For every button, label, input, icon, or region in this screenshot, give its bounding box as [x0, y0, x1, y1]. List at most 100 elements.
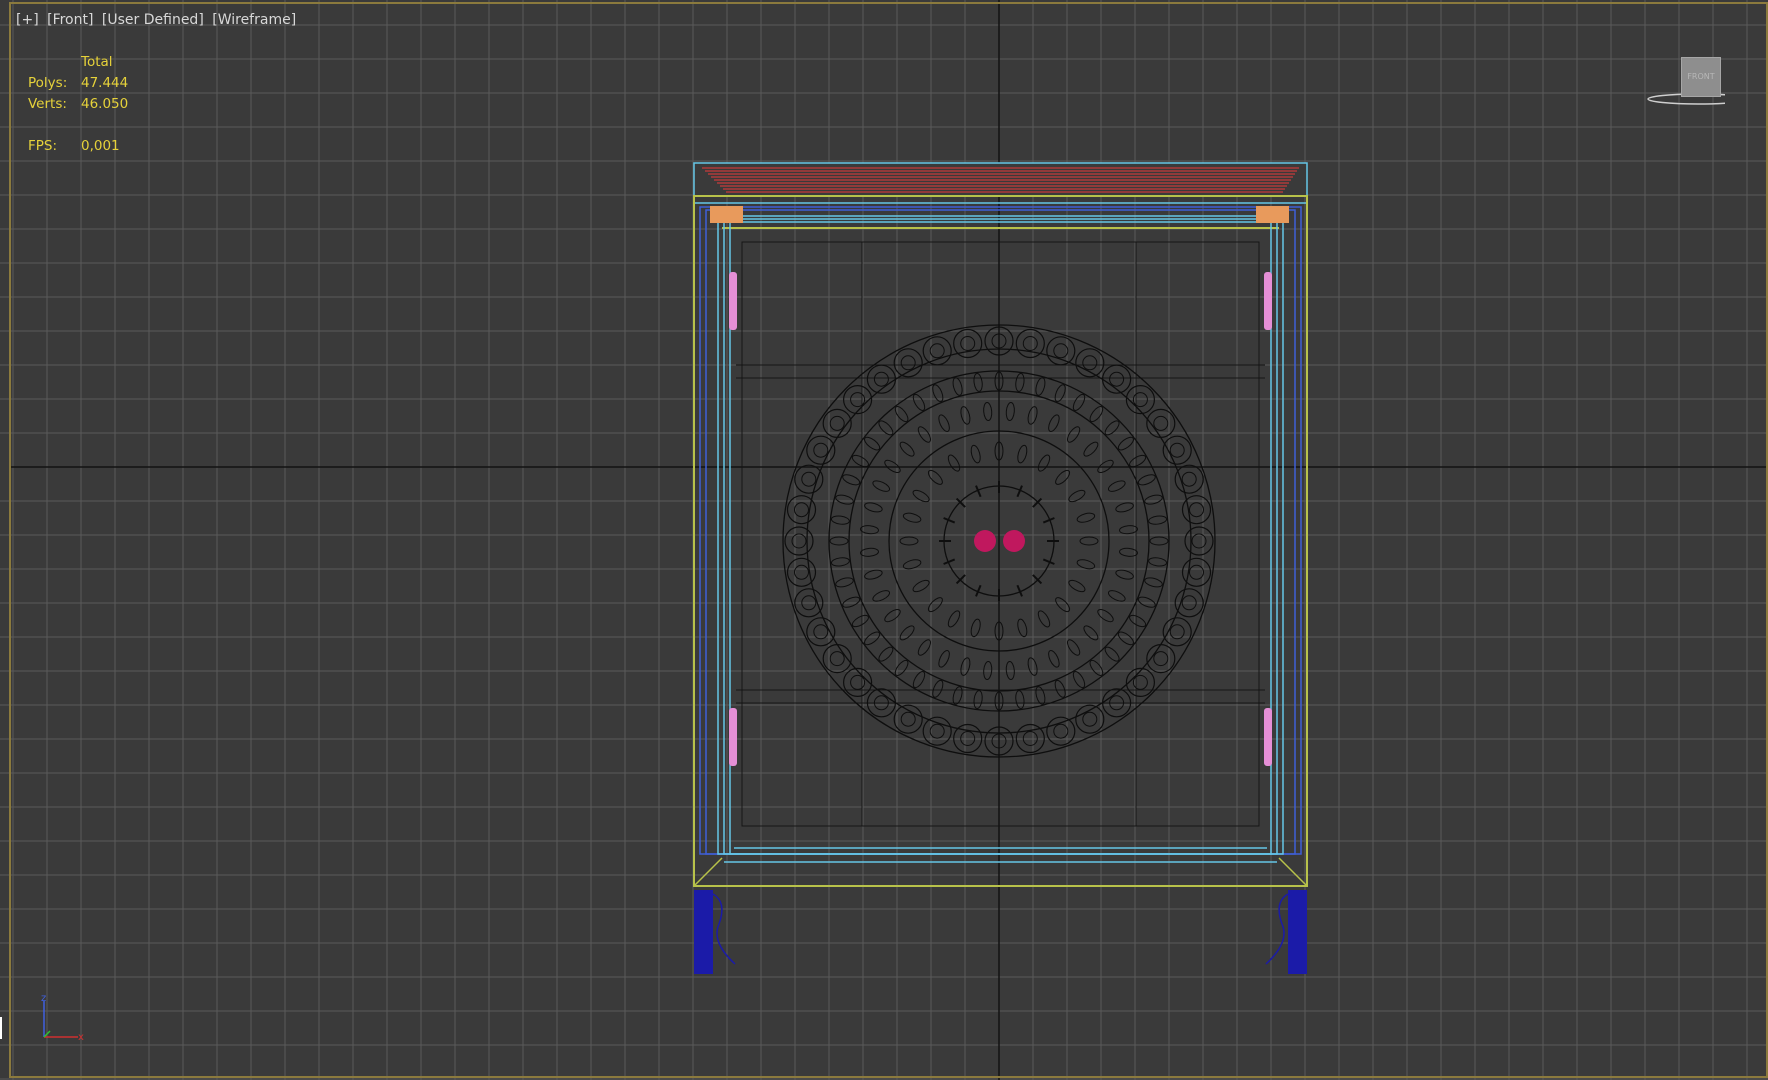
- medallion-bead: [953, 328, 983, 359]
- medallion-bead-inner: [1153, 651, 1169, 667]
- medallion-bead-inner: [829, 651, 845, 667]
- medallion-petal: [842, 474, 861, 486]
- stats-verts-value: 46.050: [81, 96, 129, 112]
- cursor-marker: [0, 1017, 2, 1039]
- medallion-petal: [1068, 489, 1086, 503]
- medallion-petal: [1083, 625, 1099, 641]
- medallion-petal: [1144, 494, 1163, 505]
- medallion-petal: [1048, 649, 1060, 668]
- front-viewport[interactable]: [+] [Front] [User Defined] [Wireframe] T…: [0, 0, 1768, 1080]
- medallion-petal: [1097, 608, 1114, 623]
- medallion-petal: [1115, 502, 1134, 513]
- medallion-petal: [912, 579, 930, 593]
- medallion-petal: [864, 502, 883, 513]
- medallion-petal: [1048, 414, 1060, 433]
- viewport-mode-wireframe[interactable]: [Wireframe]: [212, 12, 296, 28]
- medallion-petal: [947, 610, 961, 628]
- medallion-petal: [1005, 402, 1015, 421]
- medallion-bead: [842, 385, 873, 415]
- medallion-petal: [1055, 469, 1071, 485]
- medallion-petal: [1115, 569, 1134, 580]
- medallion-petal: [899, 441, 915, 457]
- axis-z-label: z: [41, 995, 46, 1004]
- viewport-grid: [0, 0, 1768, 1080]
- medallion-bead-inner: [813, 442, 829, 458]
- hinge-right: [1256, 206, 1289, 223]
- medallion-bead-inner: [1022, 336, 1038, 351]
- medallion-bead: [786, 557, 817, 587]
- hinge-left: [710, 206, 743, 223]
- medallion-bead-inner: [1109, 371, 1125, 387]
- medallion-bead: [1184, 526, 1214, 556]
- wireframe-scene[interactable]: [0, 0, 1768, 1080]
- medallion-bead-inner: [1169, 442, 1185, 458]
- medallion-petal: [932, 384, 944, 403]
- cabinet-foot-curve: [712, 893, 736, 965]
- medallion-bead-inner: [900, 355, 916, 371]
- medallion-petal: [912, 393, 926, 411]
- medallion-bead-inner: [1189, 502, 1204, 518]
- medallion-petal: [1035, 686, 1046, 705]
- medallion-bead: [1046, 716, 1076, 746]
- medallion-bead-inner: [929, 343, 945, 359]
- medallion-petal: [952, 686, 963, 705]
- medallion-petal: [1066, 426, 1081, 443]
- medallion-spoke: [955, 497, 966, 508]
- medallion-petal: [872, 590, 891, 602]
- medallion-petal: [973, 372, 983, 392]
- medallion-petal: [1017, 618, 1028, 638]
- viewport-shading-user-defined[interactable]: [User Defined]: [102, 12, 204, 28]
- medallion-bead: [922, 336, 952, 366]
- viewport-menu-plus[interactable]: [+]: [16, 12, 39, 28]
- medallion-petal: [1076, 512, 1096, 523]
- door-knob-left: [974, 530, 996, 552]
- medallion-petal: [1015, 690, 1025, 710]
- medallion-petal: [1015, 372, 1025, 392]
- stats-polys-label: Polys:: [28, 75, 68, 91]
- medallion-petal: [894, 406, 909, 423]
- medallion-petal: [1037, 454, 1051, 472]
- medallion-petal: [1104, 420, 1120, 436]
- door-handle: [1264, 708, 1272, 766]
- viewcube-front-face[interactable]: FRONT: [1681, 57, 1721, 97]
- medallion-petal: [1037, 610, 1051, 628]
- medallion-bead: [1181, 495, 1212, 525]
- medallion-petal: [912, 671, 926, 689]
- medallion-petal: [1137, 596, 1156, 608]
- medallion-bead-inner: [794, 502, 809, 518]
- medallion-bead: [1075, 348, 1105, 378]
- medallion-petal: [902, 512, 922, 523]
- medallion-petal: [970, 618, 981, 638]
- viewcube-icon[interactable]: FRONT: [1645, 55, 1749, 110]
- medallion-bead: [1075, 704, 1105, 734]
- medallion-petal: [878, 646, 894, 662]
- medallion-petal: [1089, 406, 1104, 423]
- medallion-petal: [917, 426, 932, 443]
- medallion-bead-inner: [1153, 415, 1169, 431]
- medallion-petal: [947, 454, 961, 472]
- medallion-petal: [1144, 577, 1163, 588]
- medallion-petal: [1148, 515, 1168, 525]
- medallion-petal: [970, 444, 981, 464]
- medallion-bead-inner: [929, 723, 945, 739]
- medallion-petal: [829, 536, 849, 546]
- medallion-petal: [1149, 536, 1169, 546]
- stats-polys-value: 47.444: [81, 75, 129, 91]
- medallion-bead-inner: [1189, 564, 1204, 580]
- stats-fps-label: FPS:: [28, 138, 58, 154]
- medallion-petal: [932, 679, 944, 698]
- medallion-bead-inner: [1082, 711, 1098, 727]
- medallion-petal: [1137, 474, 1156, 486]
- medallion-petal: [938, 414, 950, 433]
- medallion-petal: [927, 597, 943, 613]
- medallion-petal: [1117, 631, 1134, 646]
- medallion-spoke: [1032, 574, 1043, 585]
- medallion-petal: [830, 515, 850, 525]
- viewport-view-front[interactable]: [Front]: [47, 12, 93, 28]
- medallion-petal: [830, 557, 850, 567]
- medallion-petal: [973, 690, 983, 710]
- medallion-petal: [917, 639, 932, 656]
- medallion-petal: [835, 577, 854, 588]
- medallion-petal: [872, 480, 891, 492]
- medallion-bead: [842, 667, 873, 698]
